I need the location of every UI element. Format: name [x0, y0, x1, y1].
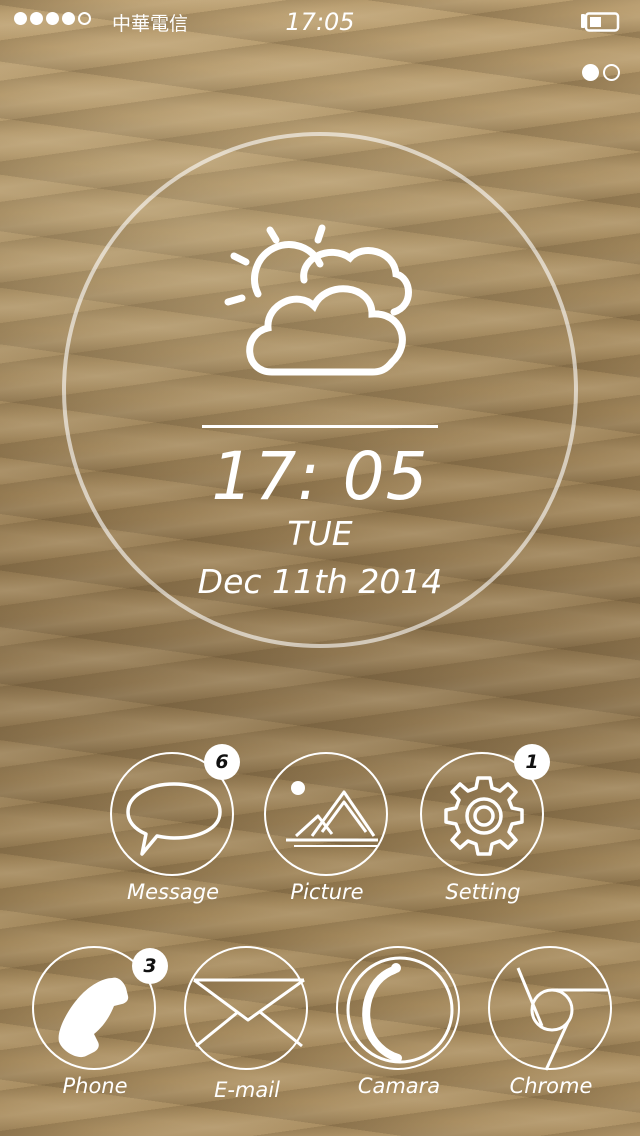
page-dot-active[interactable]: [582, 64, 599, 81]
status-bar: 中華電信 17:05: [0, 0, 640, 44]
app-label-email: E-mail: [214, 1078, 280, 1102]
status-time: 17:05: [285, 8, 355, 36]
mountain-picture-icon: [286, 781, 378, 847]
app-camera[interactable]: Camara: [334, 946, 464, 1116]
app-label-setting: Setting: [445, 880, 521, 904]
app-message[interactable]: 6 Message: [108, 744, 240, 922]
app-label-phone: Phone: [62, 1074, 128, 1098]
camera-lens-icon: [346, 956, 454, 1064]
app-label-chrome: Chrome: [509, 1074, 593, 1098]
app-chrome[interactable]: Chrome: [486, 946, 616, 1116]
app-label-message: Message: [126, 880, 220, 904]
message-badge: 6: [204, 744, 240, 780]
battery-icon: [581, 12, 620, 32]
widget-time: 17: 05: [211, 438, 429, 515]
partly-cloudy-icon: [224, 224, 412, 376]
setting-badge: 1: [514, 744, 550, 780]
app-phone[interactable]: 3 Phone: [30, 946, 168, 1116]
widget-weekday: TUE: [287, 514, 353, 553]
widget-date: Dec 11th 2014: [197, 562, 443, 601]
envelope-icon: [193, 978, 305, 1048]
app-label-picture: Picture: [290, 880, 364, 904]
page-dot[interactable]: [603, 64, 620, 81]
app-email[interactable]: E-mail: [182, 946, 312, 1116]
app-setting[interactable]: 1 Setting: [418, 744, 550, 922]
chrome-icon: [516, 967, 608, 1071]
app-label-camera: Camara: [357, 1074, 441, 1098]
widget-divider: [202, 425, 438, 428]
app-picture[interactable]: Picture: [262, 752, 392, 922]
phone-badge: 3: [132, 948, 168, 984]
page-indicator[interactable]: [582, 64, 620, 81]
